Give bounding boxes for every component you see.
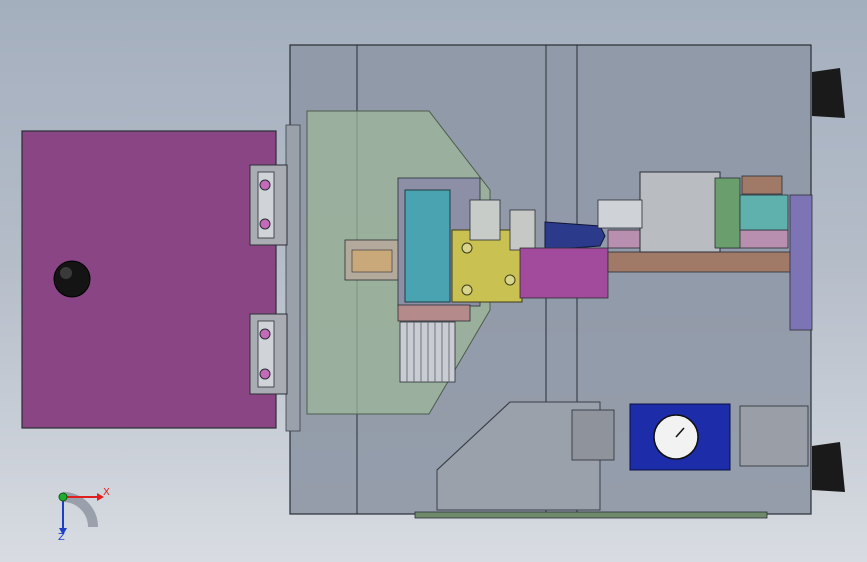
valve-port: [461, 284, 473, 296]
hinge-screw: [259, 368, 271, 380]
bracket-inner: [351, 249, 393, 273]
threaded-coupling: [509, 209, 536, 251]
pink-plate: [397, 304, 471, 322]
door-knob-highlight: [60, 267, 72, 279]
teal-block[interactable]: [404, 189, 451, 303]
upper-hinge[interactable]: [249, 164, 288, 246]
lower-hinge[interactable]: [249, 313, 288, 395]
cylinder-end-green: [714, 177, 741, 249]
enclosure-base-strip: [414, 511, 768, 519]
door-frame-strip: [285, 124, 301, 432]
magenta-slide-block: [519, 247, 609, 299]
origin-point: [58, 492, 68, 502]
cylinder-body[interactable]: [639, 171, 721, 253]
door-knob[interactable]: [53, 260, 91, 298]
mounting-feet: [812, 68, 845, 492]
x-axis-label: X: [103, 487, 110, 498]
z-axis-label: Z: [58, 532, 65, 543]
nozzle-tip[interactable]: [544, 221, 606, 251]
foot-upper: [812, 68, 845, 118]
air-regulator[interactable]: [571, 403, 809, 471]
hinge-screw: [259, 328, 271, 340]
filter-bowl: [739, 405, 809, 467]
valve-port: [504, 274, 516, 286]
regulator-inlet: [571, 409, 615, 461]
cylinder-mount: [597, 199, 643, 229]
cylinder-bracket-brown: [741, 175, 783, 195]
brown-plate: [607, 251, 799, 273]
purple-stop: [789, 194, 813, 331]
hinge-screw: [259, 179, 271, 191]
heat-sink-fins: [399, 321, 456, 383]
triad-arc: [62, 492, 98, 528]
cylinder-cap-teal: [739, 194, 789, 231]
valve-port: [461, 242, 473, 254]
fitting-body: [469, 199, 501, 241]
axis-triad: X Z: [58, 487, 110, 543]
hinge-screw: [259, 218, 271, 230]
foot-lower: [812, 442, 845, 492]
cad-viewport[interactable]: X Z: [0, 0, 867, 562]
